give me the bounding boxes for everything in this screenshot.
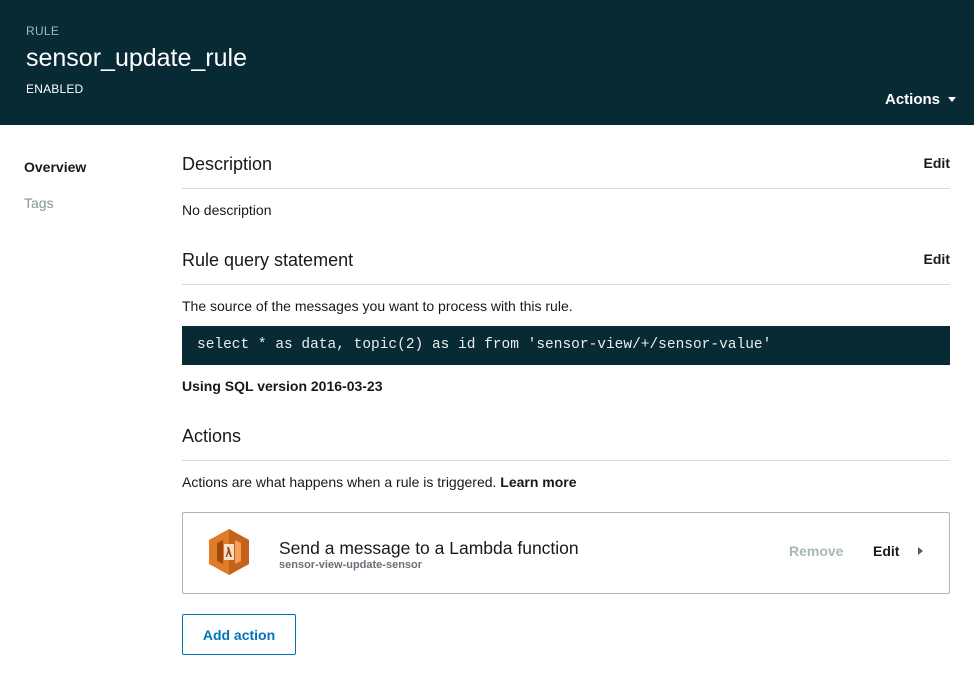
rule-query-heading: Rule query statement bbox=[182, 250, 354, 270]
divider bbox=[182, 460, 950, 461]
lambda-icon bbox=[209, 529, 249, 575]
action-title: Send a message to a Lambda function bbox=[279, 538, 579, 558]
rule-query-edit-button[interactable]: Edit bbox=[924, 251, 950, 267]
sidenav-item-tags[interactable]: Tags bbox=[24, 195, 54, 211]
action-subtitle: sensor-view-update-sensor bbox=[279, 559, 423, 571]
sidenav-item-overview[interactable]: Overview bbox=[24, 159, 86, 175]
learn-more-link[interactable]: Learn more bbox=[500, 474, 576, 490]
divider bbox=[182, 284, 950, 285]
action-edit-button[interactable]: Edit bbox=[873, 543, 899, 559]
description-text: No description bbox=[182, 202, 272, 218]
description-heading: Description bbox=[182, 154, 273, 174]
actions-heading: Actions bbox=[182, 426, 242, 446]
rule-query-intro: The source of the messages you want to p… bbox=[182, 298, 573, 314]
add-action-button[interactable]: Add action bbox=[182, 614, 296, 655]
actions-dropdown-button[interactable]: Actions bbox=[885, 91, 956, 108]
chevron-right-icon[interactable] bbox=[918, 547, 923, 555]
status-badge: ENABLED bbox=[26, 82, 84, 96]
page-header: RULE sensor_update_rule ENABLED Actions bbox=[0, 0, 974, 125]
sql-version-text: Using SQL version 2016-03-23 bbox=[182, 378, 383, 394]
caret-down-icon bbox=[948, 97, 956, 102]
header-kicker: RULE bbox=[26, 24, 60, 38]
action-card: Send a message to a Lambda function sens… bbox=[182, 512, 950, 594]
description-edit-button[interactable]: Edit bbox=[924, 155, 950, 171]
page-title: sensor_update_rule bbox=[26, 44, 247, 72]
actions-intro-text: Actions are what happens when a rule is … bbox=[182, 474, 497, 490]
action-remove-button[interactable]: Remove bbox=[789, 543, 843, 559]
actions-intro: Actions are what happens when a rule is … bbox=[182, 474, 577, 490]
actions-dropdown-label: Actions bbox=[884, 91, 940, 108]
sql-statement: select * as data, topic(2) as id from 's… bbox=[182, 326, 950, 365]
divider bbox=[182, 188, 950, 189]
